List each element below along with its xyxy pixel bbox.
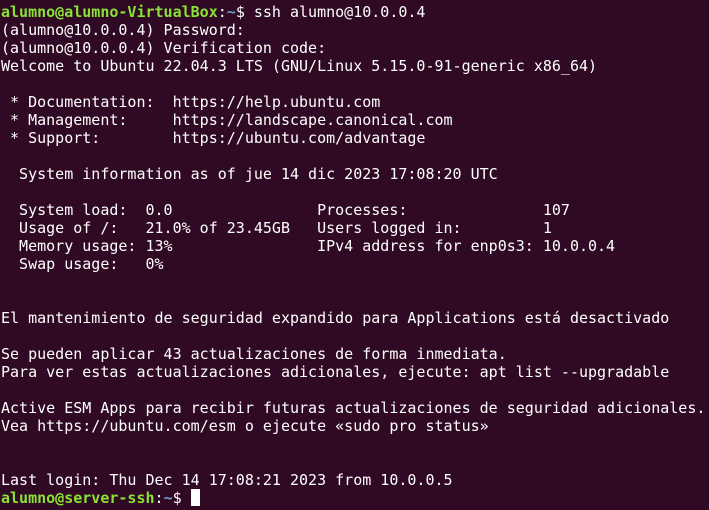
output-line: Swap usage: 0% [1,255,164,273]
output-line: System information as of jue 14 dic 2023… [1,165,498,183]
output-line: Active ESM Apps para recibir futuras act… [1,399,706,417]
initial-prompt-line: alumno@alumno-VirtualBox:~$ ssh alumno@1… [1,3,709,21]
output-line: (alumno@10.0.0.4) Verification code: [1,39,327,57]
prompt-path: ~ [163,489,173,507]
current-prompt-line[interactable]: alumno@server-ssh:~$ [1,489,709,507]
terminal-window[interactable]: alumno@alumno-VirtualBox:~$ ssh alumno@1… [0,0,709,510]
output-line: Last login: Thu Dec 14 17:08:21 2023 fro… [1,471,453,489]
entered-command: ssh alumno@10.0.0.4 [253,3,426,21]
prompt-symbol: $ [235,3,254,21]
prompt-user-host: alumno@alumno-VirtualBox [1,3,218,21]
text-cursor[interactable] [190,489,200,506]
output-line: Usage of /: 21.0% of 23.45GB Users logge… [1,219,552,237]
output-line: * Support: https://ubuntu.com/advantage [1,129,426,147]
output-line: System load: 0.0 Processes: 107 [1,201,570,219]
output-line: * Management: https://landscape.canonica… [1,111,453,129]
terminal-output: (alumno@10.0.0.4) Password: (alumno@10.0.… [1,21,709,489]
output-line: El mantenimiento de seguridad expandido … [1,309,670,327]
prompt-user-host: alumno@server-ssh [1,489,155,507]
output-line: * Documentation: https://help.ubuntu.com [1,93,381,111]
prompt-separator: : [154,489,164,507]
output-line: (alumno@10.0.0.4) Password: [1,21,245,39]
output-line: Se pueden aplicar 43 actualizaciones de … [1,345,507,363]
prompt-separator: : [217,3,227,21]
prompt-symbol: $ [172,489,191,507]
output-line: Memory usage: 13% IPv4 address for enp0s… [1,237,616,255]
prompt-path: ~ [226,3,236,21]
output-line: Para ver estas actualizaciones adicional… [1,363,670,381]
output-line: Vea https://ubuntu.com/esm o ejecute «su… [1,417,489,435]
output-line: Welcome to Ubuntu 22.04.3 LTS (GNU/Linux… [1,57,598,75]
